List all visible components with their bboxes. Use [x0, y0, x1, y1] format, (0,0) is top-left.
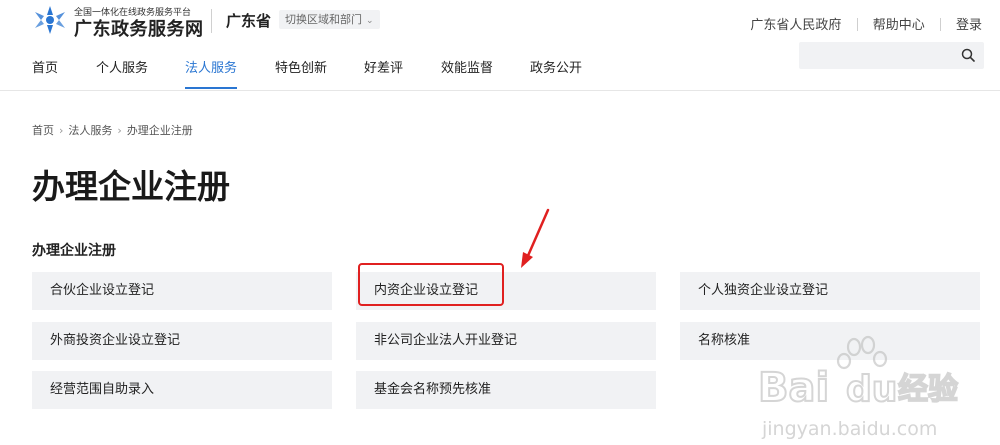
brand-title[interactable]: 广东政务服务网: [74, 15, 204, 41]
service-card-business-scope-entry[interactable]: 经营范围自助录入: [32, 371, 332, 409]
nav-item-home[interactable]: 首页: [32, 57, 58, 87]
province-label: 广东省: [226, 12, 272, 30]
red-arrow-annotation: [521, 208, 550, 268]
watermark-brand-cn: 经验: [898, 372, 958, 407]
service-card-foreign-investment-registration[interactable]: 外商投资企业设立登记: [32, 322, 332, 360]
nav-item-featured-innovation[interactable]: 特色创新: [275, 57, 327, 87]
service-card-sole-proprietorship-registration[interactable]: 个人独资企业设立登记: [680, 272, 980, 310]
nav-item-ratings[interactable]: 好差评: [364, 57, 403, 87]
header-divider: [211, 9, 212, 33]
breadcrumb-current: 办理企业注册: [126, 124, 193, 137]
region-selector-label: 切换区域和部门: [285, 13, 362, 26]
chevron-down-icon: ⌄: [366, 16, 374, 26]
link-divider: [939, 18, 941, 31]
government-logo-icon[interactable]: [32, 5, 68, 35]
page-title: 办理企业注册: [32, 167, 230, 206]
site-header: 全国一体化在线政务服务平台 广东政务服务网 广东省 切换区域和部门 ⌄ 广东省人民…: [0, 0, 1000, 91]
link-help-center[interactable]: 帮助中心: [873, 14, 925, 33]
watermark-brand-left: Bai: [758, 365, 829, 411]
link-divider: [856, 18, 858, 31]
search-input[interactable]: [799, 42, 984, 69]
highlight-box: [358, 263, 504, 306]
nav-item-performance-supervision[interactable]: 效能监督: [441, 57, 493, 87]
nav-item-government-affairs[interactable]: 政务公开: [530, 57, 582, 87]
breadcrumb-corporate-services[interactable]: 法人服务: [68, 124, 112, 137]
top-links: 广东省人民政府 帮助中心 登录: [750, 14, 982, 33]
nav-item-corporate-services[interactable]: 法人服务: [185, 57, 238, 89]
breadcrumb-arrow-icon: ›: [59, 124, 64, 137]
breadcrumb-home[interactable]: 首页: [32, 124, 54, 137]
link-provincial-government[interactable]: 广东省人民政府: [750, 14, 841, 33]
service-card-non-company-legal-person-registration[interactable]: 非公司企业法人开业登记: [356, 322, 656, 360]
watermark-brand-right: du: [846, 369, 897, 410]
region-selector-button[interactable]: 切换区域和部门 ⌄: [279, 10, 380, 29]
breadcrumb-arrow-icon: ›: [117, 124, 122, 137]
breadcrumb: 首页 › 法人服务 › 办理企业注册: [32, 122, 193, 138]
watermark-url: jingyan.baidu.com: [761, 418, 937, 440]
service-card-foundation-name-approval[interactable]: 基金会名称预先核准: [356, 371, 656, 409]
search-icon[interactable]: [961, 48, 975, 62]
link-login[interactable]: 登录: [956, 14, 982, 33]
service-card-name-approval[interactable]: 名称核准: [680, 322, 980, 360]
service-card-partnership-registration[interactable]: 合伙企业设立登记: [32, 272, 332, 310]
section-title: 办理企业注册: [32, 243, 116, 259]
nav-item-personal-services[interactable]: 个人服务: [96, 57, 148, 87]
